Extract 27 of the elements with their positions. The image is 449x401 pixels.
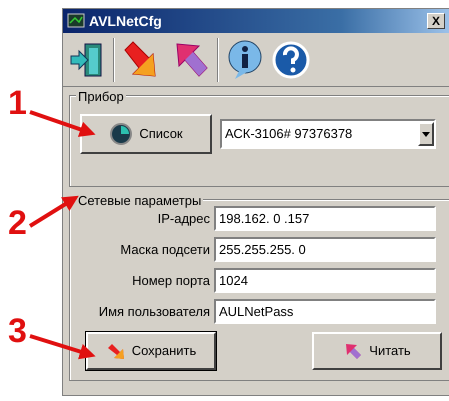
caret-icon <box>422 132 430 136</box>
read-button[interactable]: Читать <box>312 332 442 370</box>
save-button[interactable]: Сохранить <box>86 332 216 370</box>
globe-icon <box>109 122 134 146</box>
text-field[interactable]: 198.162. 0 .157 <box>214 206 436 231</box>
device-dropdown[interactable]: АСК-3106# 97376378 <box>220 119 436 149</box>
field-label: Маска подсети <box>119 240 210 259</box>
list-button[interactable]: Список <box>80 114 212 154</box>
down-arrow-icon <box>106 342 126 360</box>
callout-number: 1 <box>8 86 27 120</box>
up-arrow-icon <box>343 342 364 360</box>
window-title: AVLNetCfg <box>89 12 162 31</box>
text-field[interactable]: 255.255.255. 0 <box>214 237 436 262</box>
text-field[interactable]: 1024 <box>214 268 436 293</box>
callout-arrow <box>29 334 96 360</box>
text-field[interactable]: AULNetPass <box>214 299 436 324</box>
device-value: АСК-3106# 97376378 <box>225 125 352 144</box>
callout-arrow <box>28 196 79 228</box>
field-label: IP-адрес <box>156 210 210 228</box>
field-label: Имя пользователя <box>98 302 210 321</box>
callout-number: 3 <box>8 314 27 348</box>
callout-arrow <box>29 110 96 137</box>
field-label: Номер порта <box>131 272 210 290</box>
help-icon[interactable] <box>271 40 311 80</box>
app-icon <box>67 13 85 29</box>
close-button[interactable]: X <box>427 13 445 29</box>
callout-number: 2 <box>8 206 27 240</box>
